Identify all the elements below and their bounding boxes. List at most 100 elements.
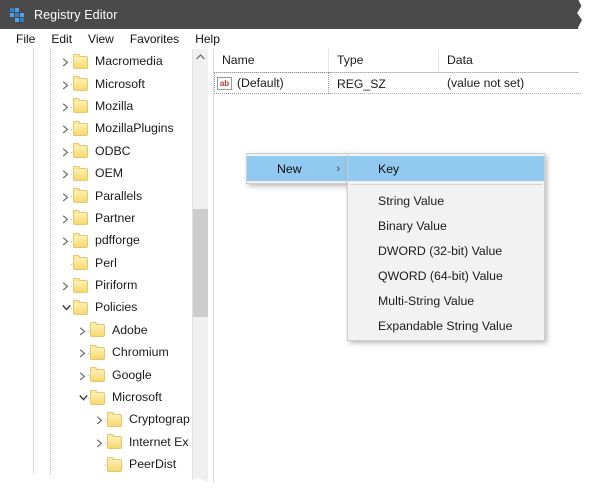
tree-item-label: Internet Ex bbox=[129, 434, 189, 449]
chevron-right-icon[interactable] bbox=[94, 432, 107, 454]
chevron-right-icon: › bbox=[336, 162, 340, 175]
chevron-right-icon[interactable] bbox=[60, 186, 73, 208]
column-header-name[interactable]: Name bbox=[214, 49, 329, 72]
tree-item[interactable]: Perl bbox=[0, 253, 195, 275]
folder-icon bbox=[73, 299, 88, 315]
tree-item[interactable]: OEM bbox=[0, 163, 195, 185]
tree-item[interactable]: Google bbox=[0, 364, 195, 386]
context-submenu-item[interactable]: DWORD (32-bit) Value bbox=[348, 238, 544, 263]
registry-tree[interactable]: Macromedia Microsoft Mozilla MozillaPlugins… bbox=[0, 51, 195, 488]
chevron-right-icon[interactable] bbox=[60, 163, 73, 185]
chevron-down-icon[interactable] bbox=[60, 297, 73, 319]
tree-item[interactable]: Peernet bbox=[0, 476, 195, 488]
tree-item[interactable]: Microsoft bbox=[0, 387, 195, 409]
folder-icon bbox=[107, 411, 122, 427]
tree-item[interactable]: MozillaPlugins bbox=[0, 118, 195, 140]
window-title: Registry Editor bbox=[34, 7, 118, 22]
context-menu-item-new[interactable]: New › bbox=[247, 156, 350, 181]
tree-item[interactable]: Microsoft bbox=[0, 73, 195, 95]
tree-item[interactable]: Macromedia bbox=[0, 51, 195, 73]
menu-item-favorites[interactable]: Favorites bbox=[122, 29, 187, 49]
folder-icon bbox=[90, 344, 105, 360]
folder-icon bbox=[73, 53, 88, 69]
tree-item[interactable]: Chromium bbox=[0, 342, 195, 364]
tree-connector bbox=[105, 487, 112, 488]
chevron-right-icon[interactable] bbox=[60, 118, 73, 140]
tree-scrollbar[interactable] bbox=[192, 49, 208, 488]
tree-item[interactable]: Partner bbox=[0, 208, 195, 230]
tree-item-label: Cryptograp bbox=[129, 412, 190, 427]
scroll-up-icon[interactable] bbox=[193, 49, 208, 65]
folder-icon bbox=[73, 277, 88, 293]
tree-item-label: pdfforge bbox=[95, 233, 140, 248]
chevron-down-icon[interactable] bbox=[77, 387, 90, 409]
folder-icon bbox=[90, 367, 105, 383]
tree-scrollbar-thumb[interactable] bbox=[193, 209, 208, 317]
context-submenu-new[interactable]: Key String Value Binary Value DWORD (32-bit… bbox=[347, 153, 545, 341]
tree-item-label: Google bbox=[112, 367, 152, 382]
context-submenu-item[interactable]: QWORD (64-bit) Value bbox=[348, 263, 544, 288]
tree-item-label: Microsoft bbox=[95, 76, 145, 91]
context-submenu-item[interactable]: Multi-String Value bbox=[348, 288, 544, 313]
registry-tree-pane[interactable]: Macromedia Microsoft Mozilla MozillaPlugins… bbox=[0, 49, 208, 488]
context-submenu-item[interactable]: Key bbox=[348, 156, 544, 181]
folder-icon bbox=[107, 479, 122, 488]
folder-icon bbox=[90, 389, 105, 405]
chevron-right-icon[interactable] bbox=[60, 275, 73, 297]
chevron-right-icon[interactable] bbox=[60, 230, 73, 252]
menu-item-file[interactable]: File bbox=[8, 29, 43, 49]
tree-item[interactable]: pdfforge bbox=[0, 230, 195, 252]
tree-item[interactable]: Policies bbox=[0, 297, 195, 319]
context-menu-separator bbox=[350, 184, 542, 185]
folder-icon bbox=[73, 98, 88, 114]
column-header-data[interactable]: Data bbox=[439, 49, 585, 72]
context-submenu-item-label: Binary Value bbox=[378, 218, 447, 233]
main-content: Macromedia Microsoft Mozilla MozillaPlugins… bbox=[0, 49, 585, 488]
chevron-right-icon[interactable] bbox=[77, 342, 90, 364]
tree-item[interactable]: PeerDist bbox=[0, 454, 195, 476]
folder-icon bbox=[73, 143, 88, 159]
context-menu[interactable]: New › bbox=[246, 153, 351, 184]
chevron-right-icon[interactable] bbox=[94, 409, 107, 431]
chevron-right-icon[interactable] bbox=[60, 141, 73, 163]
tree-item[interactable]: Cryptograp bbox=[0, 409, 195, 431]
context-submenu-item[interactable]: Binary Value bbox=[348, 213, 544, 238]
context-submenu-item[interactable]: String Value bbox=[348, 188, 544, 213]
tree-item-label: Macromedia bbox=[95, 54, 163, 69]
folder-icon bbox=[73, 165, 88, 181]
table-row[interactable]: ab (Default) REG_SZ (value not set) bbox=[214, 72, 585, 94]
chevron-right-icon[interactable] bbox=[60, 96, 73, 118]
tree-item-label: Adobe bbox=[112, 322, 148, 337]
tree-item[interactable]: ODBC bbox=[0, 141, 195, 163]
context-menu-item-label: New bbox=[277, 161, 302, 176]
string-value-icon: ab bbox=[217, 76, 232, 90]
value-name-cell[interactable]: ab (Default) bbox=[214, 72, 329, 94]
tree-item[interactable]: Mozilla bbox=[0, 96, 195, 118]
chevron-right-icon[interactable] bbox=[77, 320, 90, 342]
context-submenu-item[interactable]: Expandable String Value bbox=[348, 313, 544, 338]
title-bar: Registry Editor bbox=[0, 0, 585, 29]
tree-item[interactable]: Piriform bbox=[0, 275, 195, 297]
folder-icon bbox=[73, 232, 88, 248]
column-header-type[interactable]: Type bbox=[329, 49, 439, 72]
menu-item-edit[interactable]: Edit bbox=[43, 29, 80, 49]
tree-item[interactable]: Parallels bbox=[0, 185, 195, 207]
tree-item[interactable]: Adobe bbox=[0, 320, 195, 342]
chevron-right-icon[interactable] bbox=[60, 208, 73, 230]
registry-editor-icon bbox=[9, 7, 25, 23]
menu-item-help[interactable]: Help bbox=[187, 29, 228, 49]
tree-item[interactable]: Internet Ex bbox=[0, 432, 195, 454]
values-list-header: Name Type Data bbox=[214, 49, 585, 73]
tree-item-label: Piriform bbox=[95, 278, 138, 293]
menu-item-view[interactable]: View bbox=[80, 29, 122, 49]
folder-icon bbox=[73, 120, 88, 136]
chevron-right-icon[interactable] bbox=[77, 365, 90, 387]
chevron-right-icon[interactable] bbox=[60, 51, 73, 73]
context-submenu-item-label: QWORD (64-bit) Value bbox=[378, 268, 503, 283]
tree-item-label: Policies bbox=[95, 300, 138, 315]
chevron-right-icon[interactable] bbox=[60, 74, 73, 96]
tree-item-label: Perl bbox=[95, 255, 117, 270]
tree-item-label: Mozilla bbox=[95, 98, 134, 113]
tree-item-label: MozillaPlugins bbox=[95, 121, 174, 136]
